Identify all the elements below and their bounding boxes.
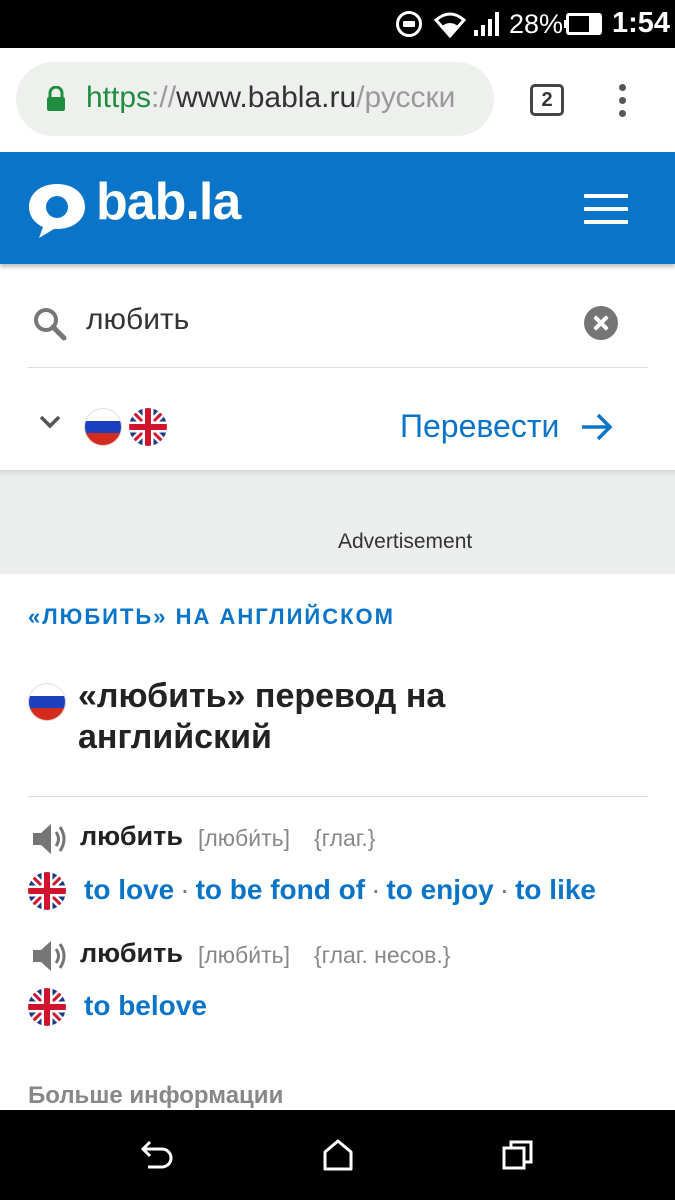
russian-flag-icon[interactable]: [84, 408, 122, 446]
speaker-icon[interactable]: [31, 822, 69, 856]
entry-word: любить: [80, 821, 183, 851]
translation-link[interactable]: to belove: [84, 990, 207, 1021]
url-separator: ://: [151, 81, 177, 114]
translate-button[interactable]: Перевести: [400, 408, 559, 445]
advertisement-label: Advertisement: [338, 530, 473, 553]
entry-transcription: [люби́ть]: [198, 825, 290, 851]
page-title: «любить» перевод на английский: [78, 677, 446, 756]
battery-percent: 28%: [509, 9, 564, 39]
lock-icon: [47, 86, 65, 111]
translation-link[interactable]: to love: [84, 874, 174, 905]
russian-flag-icon: [28, 683, 66, 721]
clock: 1:54: [612, 7, 671, 39]
entry-part-of-speech: {глаг. несов.}: [314, 942, 451, 968]
chevron-down-icon[interactable]: [38, 414, 62, 430]
search-input[interactable]: [86, 300, 566, 340]
tab-switcher-button[interactable]: 2: [530, 84, 564, 116]
recent-apps-icon[interactable]: [502, 1140, 534, 1170]
battery-icon: [564, 13, 602, 35]
speaker-icon[interactable]: [31, 939, 69, 973]
dictionary-entry: любить [люби́ть] {глаг.}: [28, 818, 648, 858]
site-logo[interactable]: bab.la: [96, 172, 241, 232]
hamburger-menu-icon[interactable]: [584, 194, 628, 224]
system-navigation-bar: [0, 1110, 675, 1200]
entry-word: любить: [80, 938, 183, 968]
entry-transcription: [люби́ть]: [198, 942, 290, 968]
translation-list: to love · to be fond of · to enjoy · to like: [84, 874, 596, 905]
divider: [28, 796, 648, 797]
url-host: www.babla.ru: [176, 81, 357, 114]
translation-list: to belove: [84, 990, 207, 1022]
dictionary-entry: любить [люби́ть] {глаг. несов.}: [28, 935, 648, 975]
translation-row: to belove: [28, 988, 648, 1032]
uk-flag-icon: [28, 988, 66, 1026]
overflow-menu-icon[interactable]: [612, 84, 632, 118]
signal-icon: [474, 12, 499, 36]
url-text[interactable]: https://www.babla.ru/русски: [86, 81, 486, 115]
speech-bubble-logo-icon[interactable]: [26, 180, 88, 240]
translation-link[interactable]: to enjoy: [386, 874, 493, 905]
do-not-disturb-icon: [396, 11, 422, 37]
more-info-heading: Больше информации: [28, 1082, 284, 1109]
back-icon[interactable]: [140, 1138, 176, 1172]
uk-flag-icon: [28, 872, 66, 910]
translation-link[interactable]: to like: [515, 874, 596, 905]
search-icon: [34, 308, 67, 341]
clear-search-icon[interactable]: [584, 306, 618, 340]
address-bar[interactable]: https://www.babla.ru/русски: [16, 62, 494, 136]
home-icon[interactable]: [322, 1138, 354, 1172]
uk-flag-icon[interactable]: [129, 408, 167, 446]
url-path: /русски: [356, 81, 456, 114]
arrow-right-icon[interactable]: [580, 412, 614, 442]
status-bar: 28% 1:54: [0, 0, 675, 48]
language-selector-row: Перевести: [28, 388, 648, 468]
wifi-icon: [434, 12, 466, 38]
translation-row: to love · to be fond of · to enjoy · to like: [28, 872, 648, 916]
entry-part-of-speech: {глаг.}: [314, 825, 376, 851]
advertisement-area[interactable]: Advertisement: [0, 476, 675, 574]
browser-toolbar: https://www.babla.ru/русски 2: [0, 48, 675, 152]
search-bar: [28, 280, 648, 368]
translation-link[interactable]: to be fond of: [196, 874, 366, 905]
site-header: bab.la: [0, 152, 675, 264]
url-scheme: https: [86, 81, 152, 114]
section-heading: «ЛЮБИТЬ» НА АНГЛИЙСКОМ: [28, 604, 395, 629]
